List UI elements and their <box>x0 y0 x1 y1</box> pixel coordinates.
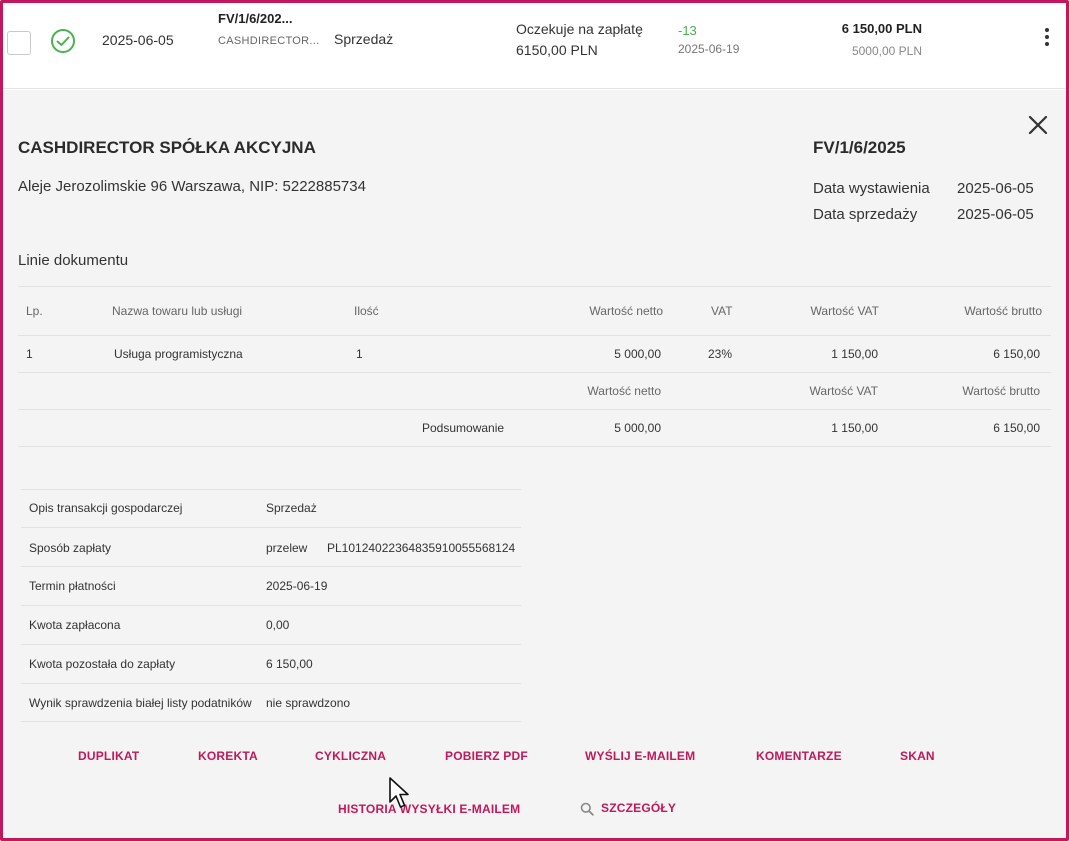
cyclic-button[interactable]: CYKLICZNA <box>315 749 386 763</box>
payment-account: PL10124022364835910055568124 <box>327 541 516 555</box>
row-days-overdue: -13 <box>678 23 697 38</box>
row-client-name: CASHDIRECTOR... <box>218 35 320 47</box>
table-divider <box>18 409 1051 410</box>
summary-header-net: Wartość netto <box>587 384 661 398</box>
row-due-date: 2025-06-19 <box>678 42 740 56</box>
company-address: Aleje Jerozolimskie 96 Warszawa, NIP: 52… <box>18 178 366 195</box>
table-divider <box>18 372 1051 373</box>
header-vat-value: Wartość VAT <box>810 304 879 318</box>
due-value: 2025-06-19 <box>266 579 328 593</box>
sale-date-value: 2025-06-05 <box>957 206 1034 223</box>
summary-header-gross: Wartość brutto <box>962 384 1040 398</box>
row-net-amount: 5000,00 PLN <box>851 44 922 58</box>
row-type: Sprzedaż <box>334 31 394 47</box>
summary-vat-value: 1 150,00 <box>831 421 878 435</box>
header-lp: Lp. <box>26 304 43 318</box>
company-name: CASHDIRECTOR SPÓŁKA AKCYJNA <box>18 138 316 157</box>
cell-vat: 23% <box>708 347 733 361</box>
cell-qty: 1 <box>356 347 363 361</box>
sale-date-label: Data sprzedaży <box>813 206 918 223</box>
summary-net: 5 000,00 <box>614 421 661 435</box>
duplicate-button[interactable]: DUPLIKAT <box>78 749 139 763</box>
summary-label: Podsumowanie <box>422 421 505 435</box>
payment-method: przelew <box>266 541 308 555</box>
paid-value: 0,00 <box>266 618 290 632</box>
cell-vat-value: 1 150,00 <box>831 347 878 361</box>
close-icon[interactable] <box>1027 114 1049 136</box>
issue-date-label: Data wystawienia <box>813 180 930 197</box>
paid-label: Kwota zapłacona <box>29 618 121 632</box>
info-divider <box>21 683 521 684</box>
kebab-menu-icon[interactable] <box>1041 28 1053 52</box>
info-divider <box>21 644 521 645</box>
cell-lp: 1 <box>26 347 33 361</box>
row-status: Oczekuje na zapłatę <box>516 21 643 37</box>
row-checkbox[interactable] <box>7 31 31 55</box>
mouse-cursor-icon <box>389 777 409 808</box>
remaining-value: 6 150,00 <box>266 657 313 671</box>
header-gross: Wartość brutto <box>964 304 1042 318</box>
due-label: Termin płatności <box>29 579 116 593</box>
invoice-details-panel <box>3 90 1066 838</box>
row-date: 2025-06-05 <box>102 32 174 48</box>
whitelist-label: Wynik sprawdzenia białej listy podatnikó… <box>29 696 252 710</box>
lines-section-title: Linie dokumentu <box>18 252 129 269</box>
header-vat: VAT <box>711 304 733 318</box>
summary-header-vat-value: Wartość VAT <box>809 384 878 398</box>
table-divider <box>18 286 1051 287</box>
header-net: Wartość netto <box>589 304 663 318</box>
info-divider <box>21 605 521 606</box>
row-status-amount: 6150,00 PLN <box>516 42 598 58</box>
details-button[interactable]: SZCZEGÓŁY <box>601 801 676 815</box>
header-qty: Ilość <box>354 304 379 318</box>
remaining-label: Kwota pozostała do zapłaty <box>29 657 176 671</box>
table-divider <box>18 335 1051 336</box>
table-divider <box>18 446 1051 447</box>
desc-label: Opis transakcji gospodarczej <box>29 501 183 515</box>
cell-name: Usługa programistyczna <box>114 347 243 361</box>
comments-button[interactable]: KOMENTARZE <box>756 749 842 763</box>
download-pdf-button[interactable]: POBIERZ PDF <box>445 749 528 763</box>
row-gross-amount: 6 150,00 PLN <box>841 21 922 36</box>
cell-gross: 6 150,00 <box>993 347 1040 361</box>
issue-date-value: 2025-06-05 <box>957 180 1034 197</box>
scan-button[interactable]: SKAN <box>900 749 935 763</box>
info-divider <box>21 527 521 528</box>
document-number: FV/1/6/2025 <box>813 138 906 157</box>
header-name: Nazwa towaru lub usługi <box>112 304 243 318</box>
search-icon[interactable] <box>580 802 594 816</box>
desc-value: Sprzedaż <box>266 501 317 515</box>
whitelist-value: nie sprawdzono <box>266 696 351 710</box>
info-divider <box>21 721 521 722</box>
email-history-button[interactable]: HISTORIA WYSYŁKI E-MAILEM <box>338 802 520 816</box>
payment-label: Sposób zapłaty <box>29 541 112 555</box>
correction-button[interactable]: KOREKTA <box>198 749 258 763</box>
cell-net: 5 000,00 <box>614 347 661 361</box>
summary-gross: 6 150,00 <box>993 421 1040 435</box>
check-circle-icon <box>51 29 75 53</box>
info-divider <box>21 489 521 490</box>
info-divider <box>21 566 521 567</box>
row-invoice-number[interactable]: FV/1/6/202... <box>218 11 292 26</box>
send-email-button[interactable]: WYŚLIJ E-MAILEM <box>585 749 695 763</box>
